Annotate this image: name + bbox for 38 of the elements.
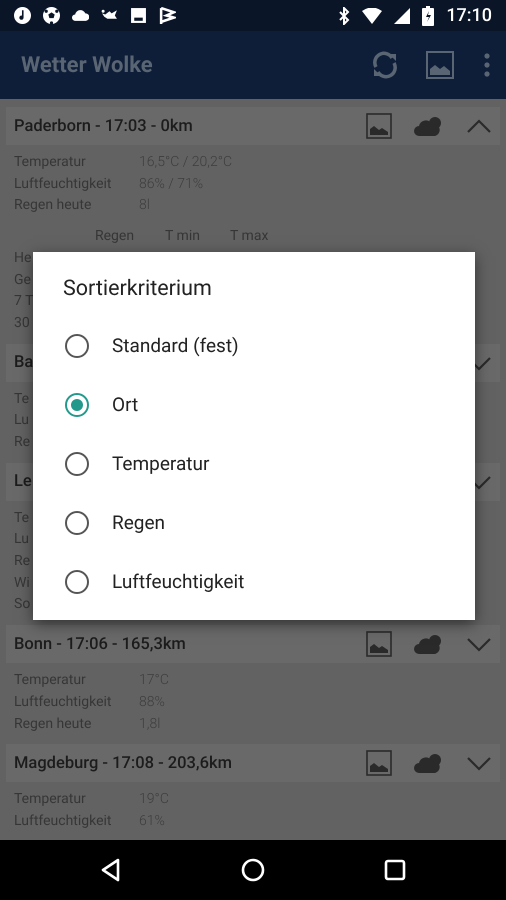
- image-icon[interactable]: [426, 51, 454, 79]
- image-icon[interactable]: [366, 631, 392, 658]
- city-title: Magdeburg - 17:08 - 203,6km: [14, 754, 233, 773]
- city-title: Le: [14, 472, 33, 492]
- sort-option[interactable]: Ort: [33, 375, 475, 434]
- radio-button[interactable]: [64, 510, 90, 536]
- image-icon: [130, 7, 147, 24]
- image-icon[interactable]: [366, 113, 392, 139]
- radio-button[interactable]: [64, 392, 90, 418]
- sort-option[interactable]: Standard (fest): [33, 316, 475, 375]
- image-icon[interactable]: [366, 750, 392, 776]
- sort-option[interactable]: Luftfeuchtigkeit: [33, 552, 475, 611]
- home-icon[interactable]: [241, 858, 265, 882]
- radio-button[interactable]: [64, 450, 90, 476]
- city-title: Paderborn - 17:03 - 0km: [14, 116, 194, 136]
- radio-button[interactable]: [64, 568, 90, 594]
- recents-icon[interactable]: [383, 858, 407, 882]
- chevron-up-icon[interactable]: [466, 118, 492, 134]
- cloud-icon[interactable]: [414, 115, 444, 137]
- soccer-ball-icon: [43, 7, 60, 24]
- sort-option[interactable]: Regen: [33, 493, 475, 552]
- cloud-icon: [72, 7, 89, 24]
- app-title: Wetter Wolke: [21, 52, 154, 78]
- bluetooth-icon: [338, 6, 350, 24]
- clock-time: 17:10: [446, 5, 492, 26]
- city-title: Ba: [14, 353, 34, 372]
- radio-button[interactable]: [64, 332, 90, 358]
- cloud-icon[interactable]: [414, 633, 444, 656]
- wifi-icon: [362, 8, 382, 24]
- battery-icon: [422, 6, 434, 26]
- more-options-icon[interactable]: [484, 53, 490, 77]
- refresh-icon[interactable]: [370, 50, 400, 80]
- city-title: Bonn - 17:06 - 165,3km: [14, 634, 187, 654]
- cloud-icon[interactable]: [414, 752, 444, 774]
- dialog-title: Sortierkriterium: [63, 276, 213, 303]
- sort-option[interactable]: Temperatur: [33, 434, 475, 493]
- music-icon: [14, 7, 31, 24]
- signal-icon: [394, 8, 410, 24]
